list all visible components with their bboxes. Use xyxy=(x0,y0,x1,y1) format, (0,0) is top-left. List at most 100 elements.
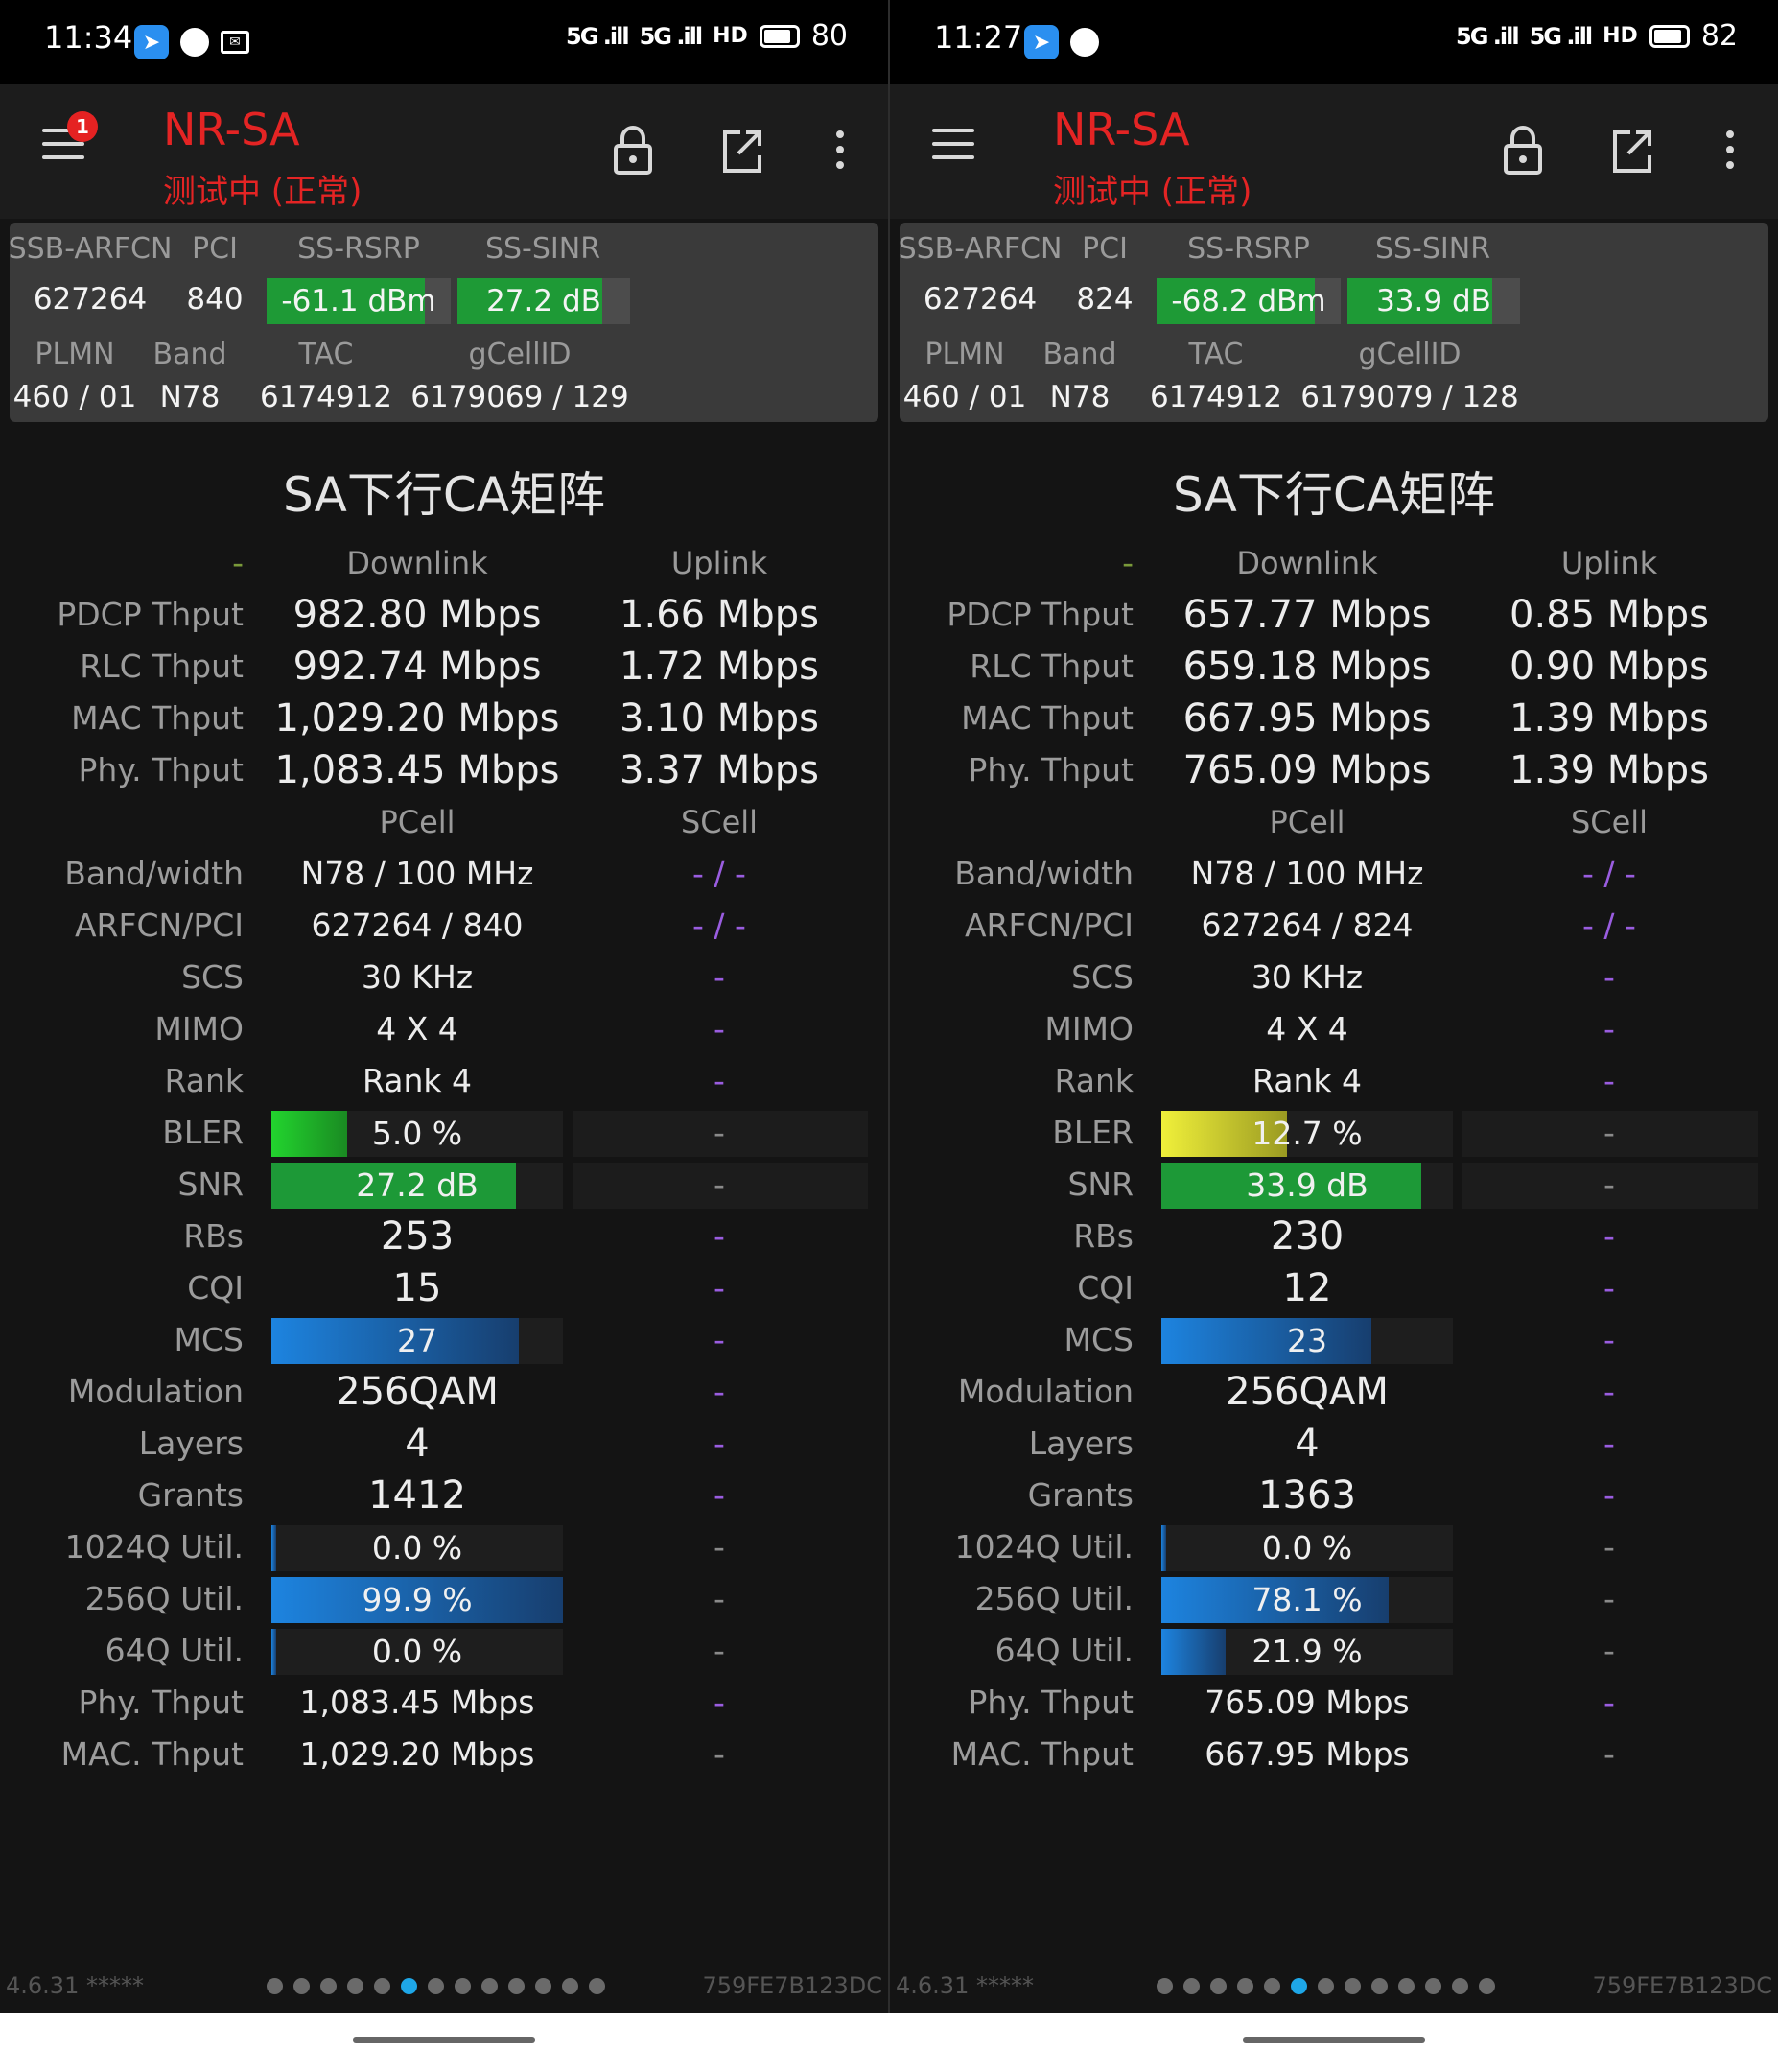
status-right: 5G .ill 5G .ill HD 80 xyxy=(566,19,848,53)
row-rlc-thput: RLC Thput 992.74 Mbps 1.72 Mbps xyxy=(0,641,888,693)
row-label: PDCP Thput xyxy=(57,596,244,633)
cell-info-card: SSB-ARFCN PCI SS-RSRP SS-SINR 627264 824… xyxy=(899,223,1768,422)
open-external-icon[interactable] xyxy=(1605,121,1659,178)
page-dot[interactable] xyxy=(1264,1978,1280,1994)
scell-value: - xyxy=(1603,1062,1615,1099)
row-label: - xyxy=(232,544,244,581)
scell-value: - xyxy=(714,958,725,996)
page-indicator[interactable] xyxy=(1157,1978,1495,1994)
plmn-value: 460 / 01 xyxy=(12,380,137,414)
page-dot[interactable] xyxy=(1371,1978,1388,1994)
page-dot[interactable] xyxy=(535,1978,551,1994)
row-cqi: CQI 12 - xyxy=(890,1262,1778,1314)
column-header: Uplink xyxy=(670,545,768,581)
page-dot[interactable] xyxy=(293,1978,310,1994)
page-dot[interactable] xyxy=(267,1978,283,1994)
scell-value: - xyxy=(1603,958,1615,996)
header-gcellid: gCellID xyxy=(468,338,572,371)
page-dot[interactable] xyxy=(562,1978,578,1994)
network-mode-title: NR-SA xyxy=(163,104,300,155)
lock-icon[interactable] xyxy=(1496,121,1550,178)
page-dot[interactable] xyxy=(1345,1978,1361,1994)
plmn-value: 460 / 01 xyxy=(902,380,1027,414)
column-header: PCell xyxy=(379,804,456,840)
signal-icon-sim2: 5G .ill xyxy=(1529,22,1594,50)
menu-icon[interactable] xyxy=(932,129,974,163)
header-ss-rsrp: SS-RSRP xyxy=(297,232,420,266)
row-label: SCS xyxy=(181,958,244,996)
app-version: 4.6.31 ***** xyxy=(6,1972,144,1999)
page-indicator[interactable] xyxy=(267,1978,605,1994)
gcellid-value: 6179079 / 128 xyxy=(1300,380,1519,414)
open-external-icon[interactable] xyxy=(715,121,769,178)
scell-value: - xyxy=(1603,1424,1615,1462)
page-dot[interactable] xyxy=(1210,1978,1227,1994)
row-64q-util: 64Q Util. 21.9 % - xyxy=(890,1625,1778,1677)
page-dot[interactable] xyxy=(1183,1978,1200,1994)
column-header: Downlink xyxy=(1236,545,1378,581)
scell-value: - xyxy=(714,1010,725,1048)
battery-icon xyxy=(1649,24,1690,48)
pci-value: 824 xyxy=(1076,282,1134,317)
pcell-value: 30 KHz xyxy=(361,958,474,996)
page-dot[interactable] xyxy=(455,1978,471,1994)
rsrp-bar: -68.2 dBm xyxy=(1157,278,1341,324)
pcell-value: 253 xyxy=(380,1214,455,1259)
more-vert-icon[interactable] xyxy=(1713,121,1766,178)
page-dot[interactable] xyxy=(1291,1978,1307,1994)
page-dot[interactable] xyxy=(481,1978,498,1994)
page-dot[interactable] xyxy=(589,1978,605,1994)
footer: 4.6.31 ***** 759FE7B123DC xyxy=(0,1968,888,2007)
page-dot[interactable] xyxy=(1157,1978,1173,1994)
page-dot[interactable] xyxy=(1398,1978,1415,1994)
screen-root: 11:34 ➤ ✉ 5G .ill 5G .ill HD 80 1 NR-SA … xyxy=(0,0,1778,2072)
app-toolbar: NR-SA 测试中 (正常) xyxy=(890,84,1778,219)
pcell-bar: 23 xyxy=(1161,1318,1453,1364)
home-indicator[interactable] xyxy=(353,2037,535,2043)
header-pci: PCI xyxy=(1082,232,1128,266)
page-dot[interactable] xyxy=(320,1978,337,1994)
more-vert-icon[interactable] xyxy=(823,121,877,178)
page-dot[interactable] xyxy=(428,1978,444,1994)
home-indicator[interactable] xyxy=(1243,2037,1425,2043)
header-row-throughput: - Downlink Uplink xyxy=(0,537,888,589)
status-notification-icons: ➤ xyxy=(1024,25,1099,59)
pcell-value: 657.77 Mbps xyxy=(1182,593,1432,637)
notification-badge: 1 xyxy=(67,111,98,142)
page-dot[interactable] xyxy=(1425,1978,1441,1994)
uplink-value: 1.66 Mbps xyxy=(620,593,819,637)
row-phy-thput-pcell: Phy. Thput 1,083.45 Mbps - xyxy=(0,1677,888,1729)
page-dot[interactable] xyxy=(347,1978,363,1994)
scell-value: - xyxy=(1603,1217,1615,1255)
page-dot[interactable] xyxy=(374,1978,390,1994)
page-dot[interactable] xyxy=(1479,1978,1495,1994)
header-row-cells: PCell SCell xyxy=(890,796,1778,848)
status-notification-icons: ➤ ✉ xyxy=(134,25,249,59)
page-dot[interactable] xyxy=(1237,1978,1253,1994)
page-dot[interactable] xyxy=(508,1978,525,1994)
lock-icon[interactable] xyxy=(606,121,660,178)
sinr-value: 33.9 dB xyxy=(1376,284,1491,318)
row-label: RLC Thput xyxy=(970,648,1134,685)
pcell-bar: 27.2 dB xyxy=(271,1163,563,1209)
row-mac-thput: MAC Thput 1,029.20 Mbps 3.10 Mbps xyxy=(0,693,888,744)
row-modulation: Modulation 256QAM - xyxy=(890,1366,1778,1418)
scell-value: - xyxy=(714,1580,725,1617)
column-header: SCell xyxy=(680,804,759,840)
screen-panel-left: 11:34 ➤ ✉ 5G .ill 5G .ill HD 80 1 NR-SA … xyxy=(0,0,888,2013)
status-time: 11:27 xyxy=(934,19,1023,56)
sinr-bar: 27.2 dB xyxy=(457,278,630,324)
page-dot[interactable] xyxy=(1452,1978,1468,1994)
pcell-value: 4 xyxy=(405,1422,430,1466)
pcell-value: 12.7 % xyxy=(1252,1115,1363,1152)
page-dot[interactable] xyxy=(1318,1978,1334,1994)
row-label: 64Q Util. xyxy=(994,1632,1134,1669)
scell-value: - xyxy=(714,1684,725,1721)
scell-value: - xyxy=(714,1114,725,1151)
pcell-value: 765.09 Mbps xyxy=(1182,748,1432,792)
scell-value: - xyxy=(1603,1010,1615,1048)
row-rlc-thput: RLC Thput 659.18 Mbps 0.90 Mbps xyxy=(890,641,1778,693)
battery-level: 82 xyxy=(1700,19,1738,53)
page-dot[interactable] xyxy=(401,1978,417,1994)
row-1024q-util: 1024Q Util. 0.0 % - xyxy=(0,1521,888,1573)
